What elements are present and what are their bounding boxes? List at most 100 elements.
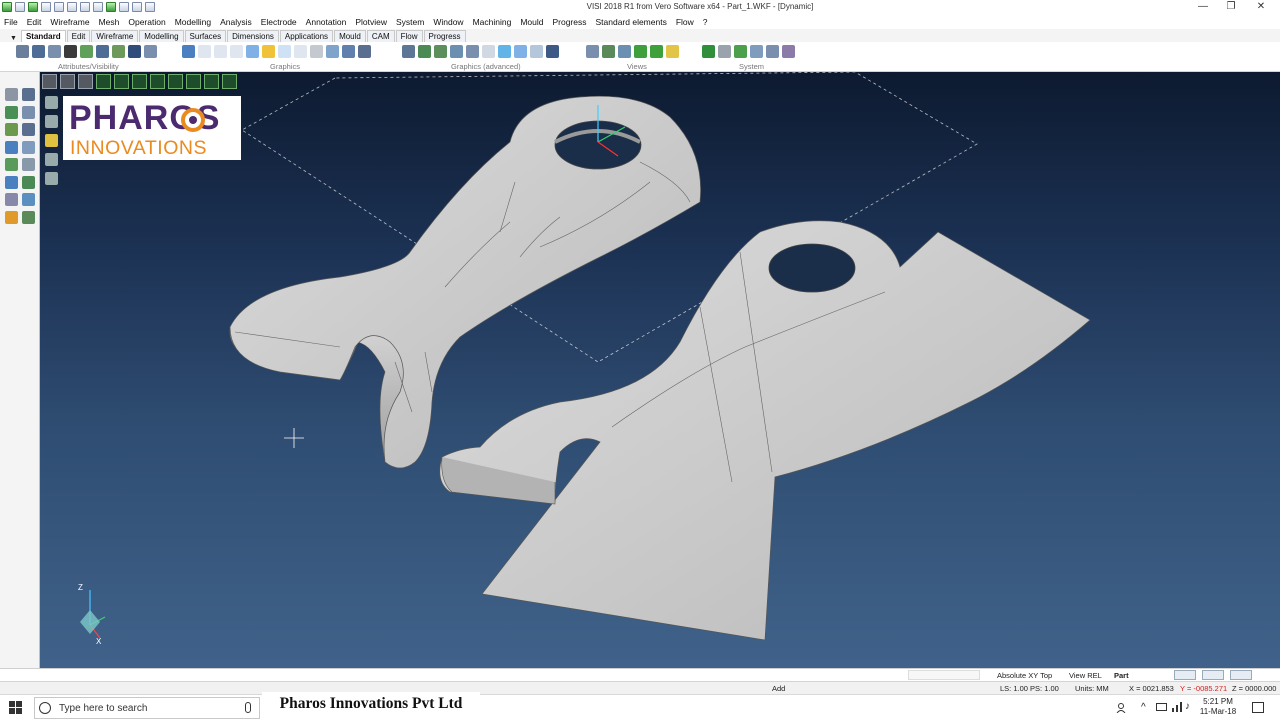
gfx-tool-4-icon[interactable] — [230, 45, 243, 58]
view-tool-10-icon[interactable] — [204, 74, 219, 89]
microphone-icon[interactable] — [245, 702, 251, 713]
attr-tool-8-icon[interactable] — [128, 45, 141, 58]
attr-tool-4-icon[interactable] — [64, 45, 77, 58]
view-tool-3-icon[interactable] — [78, 74, 93, 89]
palette-tool-3-icon[interactable] — [5, 105, 18, 119]
gfx-tool-12-icon[interactable] — [358, 45, 371, 58]
menu-item-file[interactable]: File — [4, 17, 18, 27]
layout-2-button[interactable] — [1202, 670, 1224, 680]
3d-viewport[interactable]: Z X PHAROS INNOVATIONS — [40, 72, 1280, 668]
palette-tool-9-icon[interactable] — [5, 158, 18, 171]
views-tool-1-icon[interactable] — [586, 45, 599, 58]
selection-filter-2-icon[interactable] — [45, 115, 58, 128]
sys-tool-6-icon[interactable] — [782, 45, 795, 58]
menu-item-plotview[interactable]: Plotview — [355, 17, 387, 27]
attr-tool-3-icon[interactable] — [48, 45, 61, 58]
menu-item-modelling[interactable]: Modelling — [175, 17, 211, 27]
palette-tool-11-icon[interactable] — [5, 175, 18, 189]
sys-tool-5-icon[interactable] — [766, 45, 779, 58]
palette-tool-8-icon[interactable] — [22, 140, 35, 154]
views-tool-6-icon[interactable] — [666, 45, 679, 58]
tab-edit[interactable]: Edit — [66, 30, 91, 42]
gfx-tool-9-icon[interactable] — [310, 45, 323, 58]
taskbar-clock[interactable]: 5:21 PM 11-Mar-18 — [1190, 697, 1246, 717]
windows-start-icon[interactable] — [9, 701, 23, 715]
add-mode-label[interactable]: Add — [772, 684, 785, 693]
menu-item-analysis[interactable]: Analysis — [220, 17, 252, 27]
views-tool-4-icon[interactable] — [634, 45, 647, 58]
attr-tool-2-icon[interactable] — [32, 45, 45, 58]
menu-item-progress[interactable]: Progress — [552, 17, 586, 27]
tab-dimensions[interactable]: Dimensions — [227, 30, 279, 42]
view-tool-7-icon[interactable] — [150, 74, 165, 89]
palette-tool-6-icon[interactable] — [22, 123, 35, 136]
attr-tool-6-icon[interactable] — [96, 45, 109, 58]
palette-tool-10-icon[interactable] — [22, 158, 35, 171]
battery-icon[interactable] — [1156, 703, 1167, 711]
gfx-tool-2-icon[interactable] — [198, 45, 211, 58]
menu-item-wireframe[interactable]: Wireframe — [50, 17, 89, 27]
gfx-tool-3-icon[interactable] — [214, 45, 227, 58]
menu-item-mould[interactable]: Mould — [520, 17, 543, 27]
views-tool-3-icon[interactable] — [618, 45, 631, 58]
gfx-tool-10-icon[interactable] — [326, 45, 339, 58]
gfxadv-tool-6-icon[interactable] — [482, 45, 495, 58]
gfxadv-tool-3-icon[interactable] — [434, 45, 447, 58]
sys-tool-4-icon[interactable] — [750, 45, 763, 58]
gfx-tool-11-icon[interactable] — [342, 45, 355, 58]
palette-tool-7-icon[interactable] — [5, 140, 18, 154]
gfxadv-tool-10-icon[interactable] — [546, 45, 559, 58]
view-tool-6-icon[interactable] — [132, 74, 147, 89]
views-tool-5-icon[interactable] — [650, 45, 663, 58]
menu-item-machining[interactable]: Machining — [473, 17, 512, 27]
menu-item-electrode[interactable]: Electrode — [261, 17, 297, 27]
tab-dropdown-icon[interactable]: ▼ — [10, 35, 17, 42]
view-rel-label[interactable]: View REL — [1069, 671, 1102, 680]
sys-tool-1-icon[interactable] — [702, 45, 715, 58]
view-tool-4-icon[interactable] — [96, 74, 111, 89]
menu-item-flow[interactable]: Flow — [676, 17, 694, 27]
status-field[interactable] — [908, 670, 980, 680]
palette-tool-16-icon[interactable] — [22, 210, 35, 224]
tab-applications[interactable]: Applications — [279, 30, 334, 42]
selection-filter-1-icon[interactable] — [45, 96, 58, 109]
gfxadv-tool-1-icon[interactable] — [402, 45, 415, 58]
attr-tool-5-icon[interactable] — [80, 45, 93, 58]
tray-expand-icon[interactable]: ^ — [1141, 702, 1146, 713]
selection-filter-4-icon[interactable] — [45, 153, 58, 166]
people-icon[interactable] — [1116, 703, 1126, 714]
gfx-tool-6-icon[interactable] — [262, 45, 275, 58]
view-mode-label[interactable]: Absolute XY Top — [997, 671, 1052, 680]
menu-item-mesh[interactable]: Mesh — [99, 17, 120, 27]
view-tool-9-icon[interactable] — [186, 74, 201, 89]
tab-wireframe[interactable]: Wireframe — [91, 30, 139, 42]
gfx-tool-8-icon[interactable] — [294, 45, 307, 58]
taskbar-search-input[interactable]: Type here to search — [34, 697, 260, 719]
palette-tool-13-icon[interactable] — [5, 193, 18, 206]
gfx-tool-1-icon[interactable] — [182, 45, 195, 58]
selection-filter-5-icon[interactable] — [45, 172, 58, 185]
menu-item-[interactable]: ? — [703, 17, 708, 27]
tab-standard[interactable]: Standard — [20, 30, 66, 42]
gfxadv-tool-9-icon[interactable] — [530, 45, 543, 58]
palette-tool-2-icon[interactable] — [22, 88, 35, 101]
menu-item-standard-elements[interactable]: Standard elements — [595, 17, 666, 27]
layout-1-button[interactable] — [1174, 670, 1196, 680]
tab-progress[interactable]: Progress — [423, 30, 466, 42]
view-tool-8-icon[interactable] — [168, 74, 183, 89]
view-tool-5-icon[interactable] — [114, 74, 129, 89]
gfxadv-tool-2-icon[interactable] — [418, 45, 431, 58]
sys-tool-3-icon[interactable] — [734, 45, 747, 58]
menu-item-edit[interactable]: Edit — [27, 17, 42, 27]
minimize-button[interactable]: — — [1192, 1, 1214, 12]
gfxadv-tool-5-icon[interactable] — [466, 45, 479, 58]
palette-tool-14-icon[interactable] — [22, 193, 35, 206]
palette-tool-15-icon[interactable] — [5, 210, 18, 224]
gfxadv-tool-8-icon[interactable] — [514, 45, 527, 58]
gfx-tool-5-icon[interactable] — [246, 45, 259, 58]
tab-modelling[interactable]: Modelling — [139, 30, 184, 42]
tab-surfaces[interactable]: Surfaces — [184, 30, 227, 42]
menu-item-operation[interactable]: Operation — [128, 17, 165, 27]
palette-tool-4-icon[interactable] — [22, 105, 35, 119]
close-button[interactable]: ✕ — [1250, 1, 1272, 12]
